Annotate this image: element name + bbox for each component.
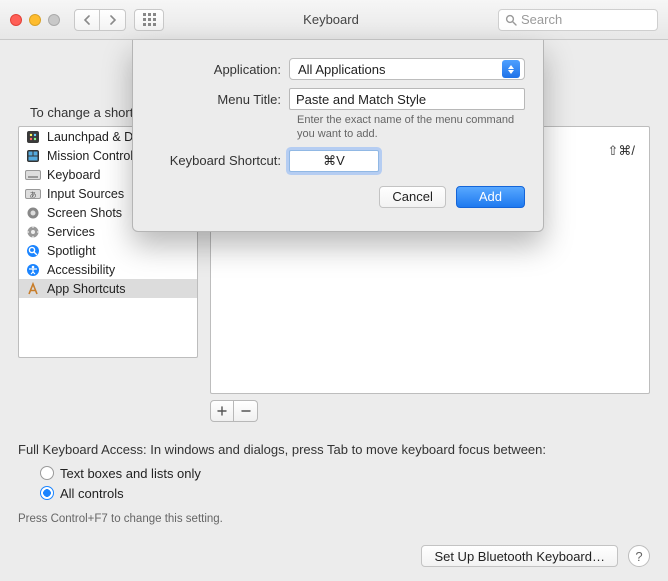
services-icon <box>25 224 41 240</box>
mission-control-icon <box>25 148 41 164</box>
shortcut-value: ⌘V <box>323 153 345 169</box>
minus-icon <box>241 406 251 416</box>
screenshots-icon <box>25 205 41 221</box>
forward-button[interactable] <box>100 9 126 31</box>
chevron-right-icon <box>109 15 117 25</box>
back-button[interactable] <box>74 9 100 31</box>
keyboard-icon <box>25 167 41 183</box>
add-button[interactable]: Add <box>456 186 525 208</box>
input-sources-icon: あ <box>25 186 41 202</box>
setup-bluetooth-keyboard-button[interactable]: Set Up Bluetooth Keyboard… <box>421 545 618 567</box>
menu-title-label: Menu Title: <box>151 92 289 107</box>
sidebar-item-spotlight[interactable]: Spotlight <box>19 241 197 260</box>
sidebar-item-accessibility[interactable]: Accessibility <box>19 260 197 279</box>
accessibility-icon <box>25 262 41 278</box>
search-icon <box>505 14 517 26</box>
shortcut-input[interactable]: ⌘V <box>289 150 379 172</box>
sidebar-item-label: Screen Shots <box>47 206 122 220</box>
sidebar-item-label: App Shortcuts <box>47 282 126 296</box>
full-keyboard-access-heading: Full Keyboard Access: In windows and dia… <box>18 442 650 457</box>
window-title: Keyboard <box>172 12 490 27</box>
radio-all-controls[interactable]: All controls <box>40 483 650 503</box>
plus-icon <box>217 406 227 416</box>
minimize-window-button[interactable] <box>29 14 41 26</box>
radio-icon <box>40 466 54 480</box>
sidebar-item-label: Spotlight <box>47 244 96 258</box>
add-remove-buttons <box>210 400 650 422</box>
popup-arrows-icon <box>502 60 520 78</box>
grid-icon <box>143 13 156 26</box>
help-icon: ? <box>635 549 642 564</box>
application-popup[interactable]: All Applications <box>289 58 525 80</box>
remove-shortcut-button[interactable] <box>234 400 258 422</box>
launchpad-icon <box>25 129 41 145</box>
radio-label: All controls <box>60 486 124 501</box>
shortcut-binding: ⇧⌘/ <box>607 143 635 159</box>
full-keyboard-access-hint: Press Control+F7 to change this setting. <box>18 513 650 525</box>
sidebar-item-label: Keyboard <box>47 168 101 182</box>
full-keyboard-access-options: Text boxes and lists only All controls <box>40 463 650 503</box>
show-all-prefs-button[interactable] <box>134 9 164 31</box>
search-placeholder: Search <box>521 12 562 27</box>
radio-label: Text boxes and lists only <box>60 466 201 481</box>
menu-title-input[interactable]: Paste and Match Style <box>289 88 525 110</box>
sidebar-item-label: Input Sources <box>47 187 124 201</box>
close-window-button[interactable] <box>10 14 22 26</box>
window-controls <box>10 14 60 26</box>
sidebar-item-label: Mission Control <box>47 149 133 163</box>
radio-icon <box>40 486 54 500</box>
search-input[interactable]: Search <box>498 9 658 31</box>
radio-text-boxes-only[interactable]: Text boxes and lists only <box>40 463 650 483</box>
zoom-window-button <box>48 14 60 26</box>
shortcut-label: Keyboard Shortcut: <box>151 153 289 168</box>
chevron-left-icon <box>83 15 91 25</box>
menu-title-value: Paste and Match Style <box>296 92 426 107</box>
add-shortcut-sheet: Application: All Applications Menu Title… <box>132 40 544 232</box>
menu-title-help: Enter the exact name of the menu command… <box>297 114 525 142</box>
app-shortcuts-icon <box>25 281 41 297</box>
help-button[interactable]: ? <box>628 545 650 567</box>
svg-text:あ: あ <box>30 191 37 199</box>
spotlight-icon <box>25 243 41 259</box>
titlebar: Keyboard Search <box>0 0 668 40</box>
sidebar-item-label: Services <box>47 225 95 239</box>
sidebar-item-label: Accessibility <box>47 263 115 277</box>
sidebar-item-app-shortcuts[interactable]: App Shortcuts <box>19 279 197 298</box>
application-label: Application: <box>151 62 289 77</box>
add-shortcut-button[interactable] <box>210 400 234 422</box>
application-popup-value: All Applications <box>298 62 385 77</box>
nav-buttons <box>74 9 126 31</box>
cancel-button[interactable]: Cancel <box>379 186 445 208</box>
